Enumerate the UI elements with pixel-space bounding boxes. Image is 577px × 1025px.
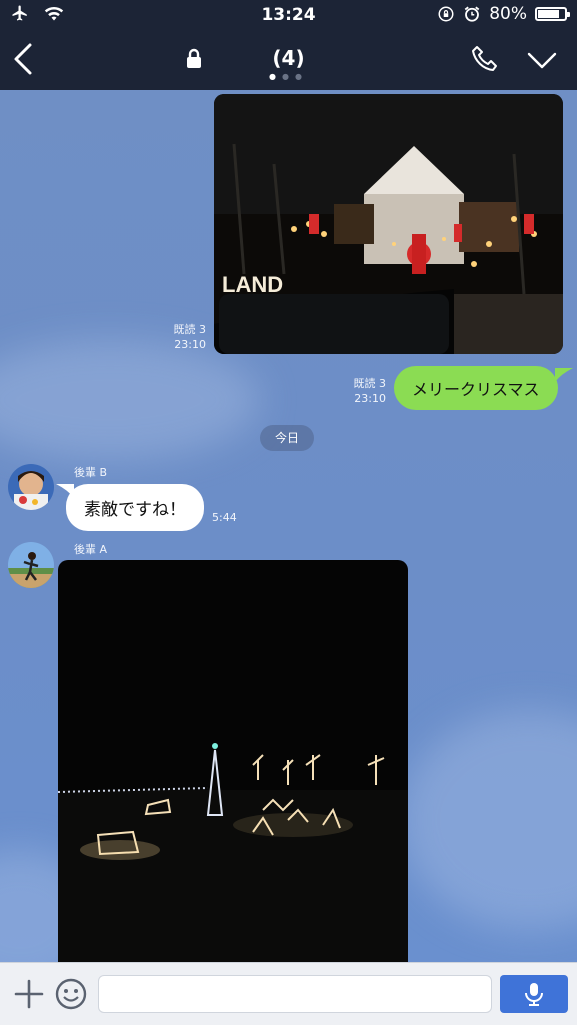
background-cloud (400, 710, 577, 930)
mic-button[interactable] (500, 975, 568, 1013)
plus-icon[interactable] (14, 979, 44, 1009)
alarm-icon (464, 6, 480, 22)
battery-percent: 80% (489, 4, 527, 24)
phone-icon[interactable] (470, 44, 500, 74)
message-meta: 既読 3 23:10 (330, 376, 387, 406)
avatar[interactable] (8, 464, 54, 510)
bubble-tail (555, 368, 573, 382)
message-time: 23:10 (354, 392, 386, 405)
message-meta: 既読 3 23:10 (150, 322, 207, 352)
read-receipt: 既読 3 (173, 323, 207, 336)
background-cloud (0, 340, 260, 460)
microphone-icon (525, 983, 543, 1006)
chevron-down-icon[interactable] (526, 48, 558, 72)
message-time: 23:10 (174, 338, 206, 351)
rotation-lock-icon (438, 6, 454, 22)
message-input[interactable] (98, 975, 492, 1013)
sent-photo[interactable]: LAND (214, 94, 563, 354)
top-bar: 13:24 80% (4) ●●● (0, 0, 577, 90)
chat-header: (4) ●●● (0, 36, 577, 84)
christmas-house-lights-photo: LAND (214, 94, 563, 354)
avatar[interactable] (8, 542, 54, 588)
sender-name: 後輩 B (74, 466, 108, 479)
chat-area[interactable]: 既読 3 23:10 LAND 既読 3 23:10 メリークリスマス 今日 後… (0, 90, 577, 962)
avatar-photo-b (8, 464, 54, 510)
battery-icon (535, 7, 570, 21)
sent-message-bubble[interactable]: メリークリスマス (394, 366, 558, 410)
svg-text:LAND: LAND (222, 272, 283, 297)
received-message-bubble[interactable]: 素敵ですね！ (66, 484, 204, 531)
read-receipt: 既読 3 (353, 377, 387, 390)
date-separator: 今日 (260, 425, 314, 451)
status-bar: 13:24 80% (0, 0, 577, 30)
message-time: 5:44 (212, 511, 237, 524)
input-bar (0, 962, 577, 1025)
received-photo[interactable] (58, 560, 408, 962)
garden-light-display-photo (58, 560, 408, 962)
avatar-photo-a (8, 542, 54, 588)
emoji-icon[interactable] (54, 977, 88, 1011)
sender-name: 後輩 A (74, 543, 108, 556)
